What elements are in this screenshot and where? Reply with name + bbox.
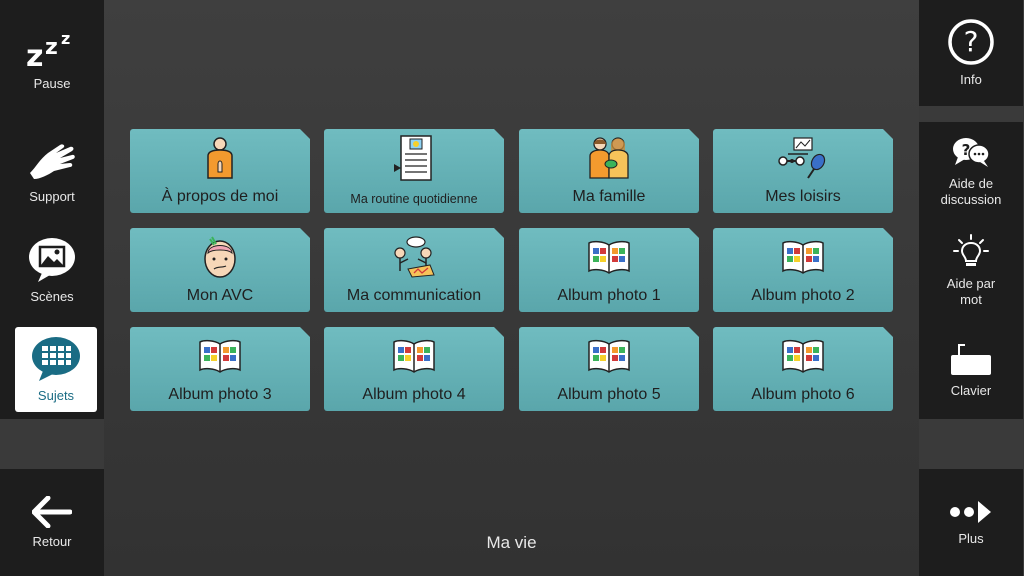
tile-mon-avc[interactable]: Mon AVC — [130, 228, 310, 312]
tile-album-photo-1[interactable]: Album photo 1 — [519, 228, 699, 312]
svg-text:z: z — [45, 35, 58, 60]
tile-label: Ma communication — [346, 287, 482, 304]
lightbulb-icon — [953, 233, 989, 270]
aide-mot-button[interactable]: Aide par mot — [919, 221, 1023, 320]
plus-label: Plus — [958, 530, 984, 546]
svg-text:?: ? — [964, 25, 979, 58]
tile-mes-loisirs[interactable]: Mes loisirs — [713, 129, 893, 213]
sujets-label: Sujets — [37, 387, 75, 403]
svg-text:z: z — [61, 30, 70, 48]
scenes-button[interactable]: Scènes — [0, 221, 104, 320]
pause-label: Pause — [33, 76, 71, 91]
scenes-label: Scènes — [30, 288, 74, 304]
photo-album-icon — [519, 234, 699, 280]
tile-label: À propos de moi — [161, 188, 279, 205]
sleep-zzz-icon: z z z — [24, 30, 80, 70]
page-title: Ma vie — [486, 533, 537, 552]
clavier-button[interactable]: Clavier — [919, 320, 1023, 419]
tile-label: Mon AVC — [186, 287, 254, 304]
tile-label: Album photo 4 — [362, 386, 466, 403]
right-sidebar: ? Info ? Aide de discussion Aide par mot… — [919, 0, 1023, 576]
photo-album-icon — [713, 333, 893, 379]
brain-head-icon — [130, 234, 310, 280]
pause-button[interactable]: z z z Pause — [0, 0, 104, 122]
sujets-button[interactable]: Sujets — [15, 327, 97, 412]
photo-album-icon — [324, 333, 504, 379]
left-sidebar: z z z Pause Support Scènes Sujets Retour — [0, 0, 104, 576]
aide-discussion-button[interactable]: ? Aide de discussion — [919, 122, 1023, 221]
tile-label: Mes loisirs — [765, 188, 841, 205]
aide-discussion-label: Aide de discussion — [940, 175, 1002, 207]
clavier-label: Clavier — [950, 382, 992, 398]
tile-label: Album photo 6 — [751, 386, 855, 403]
tile-label: Ma famille — [572, 188, 646, 205]
tile-album-photo-2[interactable]: Album photo 2 — [713, 228, 893, 312]
tile-album-photo-3[interactable]: Album photo 3 — [130, 327, 310, 411]
person-icon — [130, 135, 310, 181]
tile-ma-famille[interactable]: Ma famille — [519, 129, 699, 213]
tile-a-propos-de-moi[interactable]: À propos de moi — [130, 129, 310, 213]
scene-image-icon — [28, 237, 76, 283]
communication-icon — [324, 234, 504, 280]
tile-label: Album photo 5 — [557, 386, 661, 403]
more-arrow-icon — [949, 499, 993, 525]
support-button[interactable]: Support — [0, 122, 104, 221]
aide-mot-label: Aide par mot — [946, 275, 996, 307]
tile-label: Ma routine quotidienne — [350, 192, 478, 206]
info-button[interactable]: ? Info — [919, 0, 1023, 106]
retour-label: Retour — [32, 533, 72, 549]
plus-button[interactable]: Plus — [919, 469, 1023, 576]
photo-album-icon — [519, 333, 699, 379]
photo-album-icon — [130, 333, 310, 379]
family-icon — [519, 135, 699, 181]
chat-question-icon: ? — [952, 136, 990, 170]
photo-album-icon — [713, 234, 893, 280]
tile-label: Album photo 3 — [168, 386, 272, 403]
tile-ma-communication[interactable]: Ma communication — [324, 228, 504, 312]
tile-label: Album photo 1 — [557, 287, 661, 304]
support-label: Support — [29, 188, 75, 204]
tile-ma-routine-quotidienne[interactable]: Ma routine quotidienne — [324, 129, 504, 213]
info-label: Info — [960, 72, 982, 87]
arrow-left-icon — [32, 495, 72, 528]
topics-grid-icon — [31, 336, 81, 382]
keyboard-icon — [949, 341, 993, 377]
schedule-icon — [324, 135, 504, 181]
tile-album-photo-5[interactable]: Album photo 5 — [519, 327, 699, 411]
svg-text:z: z — [26, 39, 43, 70]
tile-album-photo-6[interactable]: Album photo 6 — [713, 327, 893, 411]
retour-button[interactable]: Retour — [0, 469, 104, 576]
hobbies-icon — [713, 135, 893, 181]
question-circle-icon: ? — [947, 18, 995, 66]
hand-icon — [26, 139, 78, 183]
tile-album-photo-4[interactable]: Album photo 4 — [324, 327, 504, 411]
tile-label: Album photo 2 — [751, 287, 855, 304]
